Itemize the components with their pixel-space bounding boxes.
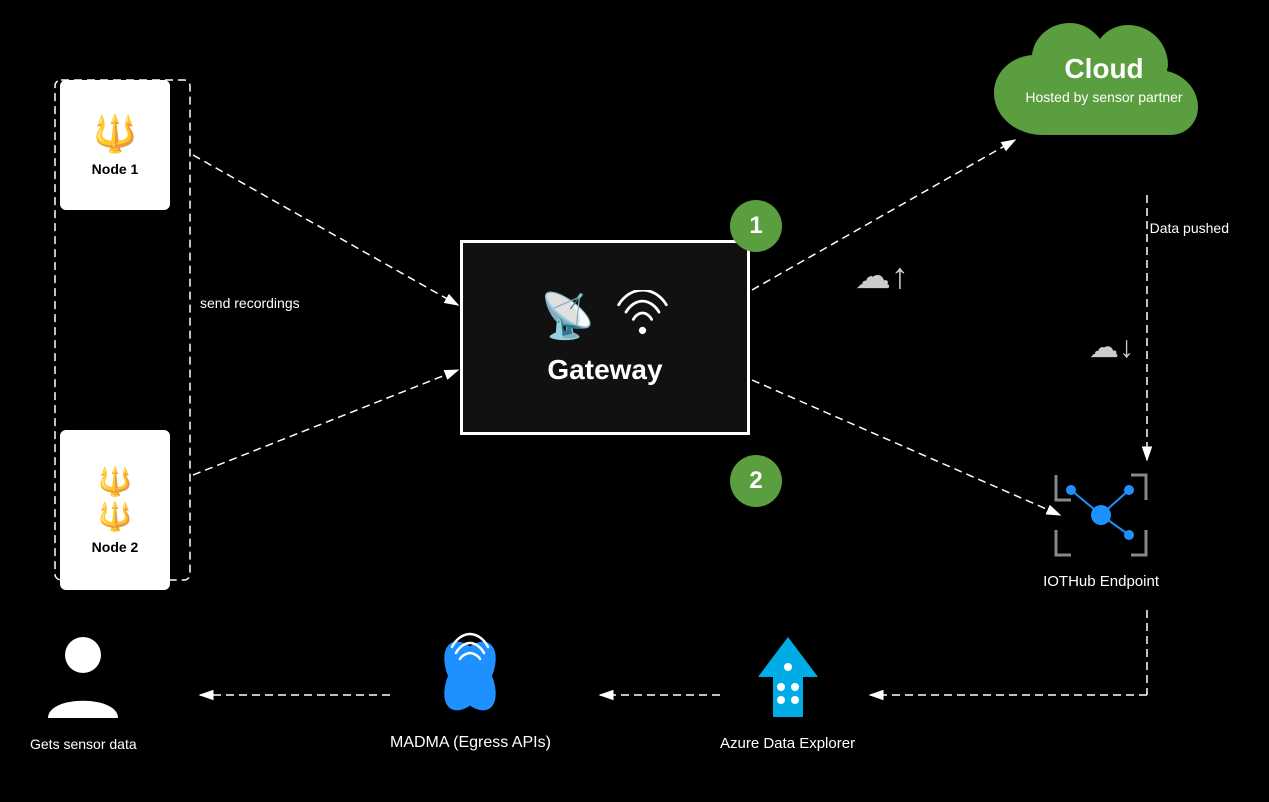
gateway-label: Gateway xyxy=(547,354,662,386)
cloud-text: Cloud Hosted by sensor partner xyxy=(984,53,1224,105)
cloud-shape: Cloud Hosted by sensor partner xyxy=(984,15,1224,165)
node2-icon-top: 🔱 xyxy=(98,465,133,498)
router-icon: 📡 xyxy=(540,290,595,346)
gateway-icons: 📡 xyxy=(540,290,670,346)
gateway-box: 📡 Gateway xyxy=(460,240,750,435)
upload-icon: ☁↑ xyxy=(855,255,909,297)
node2-box: 🔱 🔱 Node 2 xyxy=(60,430,170,590)
step1-circle: 1 xyxy=(730,200,782,252)
data-pushed-label: Data pushed xyxy=(1150,220,1229,236)
send-recordings-label: send recordings xyxy=(200,295,300,311)
node1-icon: 🔱 xyxy=(93,113,138,155)
madma-label: MADMA (Egress APIs) xyxy=(390,734,551,752)
cloud-container: Cloud Hosted by sensor partner xyxy=(969,15,1239,170)
user-label: Gets sensor data xyxy=(30,736,137,752)
download-icon: ☁↓ xyxy=(1089,330,1134,365)
node2-label: Node 2 xyxy=(92,539,139,555)
node2-icon-bottom: 🔱 xyxy=(98,500,133,533)
wifi-icon xyxy=(615,290,670,346)
azure-container: Azure Data Explorer xyxy=(720,632,855,752)
node1-box: 🔱 Node 1 xyxy=(60,80,170,210)
node1-label: Node 1 xyxy=(92,161,139,177)
iothub-label: IOTHub Endpoint xyxy=(1043,573,1159,590)
cloud-subtitle: Hosted by sensor partner xyxy=(984,89,1224,105)
diagram: Cloud Hosted by sensor partner 🔱 Node 1 … xyxy=(0,0,1269,802)
step2-circle: 2 xyxy=(730,455,782,507)
cloud-title: Cloud xyxy=(984,53,1224,85)
azure-label: Azure Data Explorer xyxy=(720,735,855,752)
madma-container: MADMA (Egress APIs) xyxy=(390,631,551,752)
iothub-container: IOTHub Endpoint xyxy=(1043,470,1159,590)
user-container: Gets sensor data xyxy=(30,633,137,752)
